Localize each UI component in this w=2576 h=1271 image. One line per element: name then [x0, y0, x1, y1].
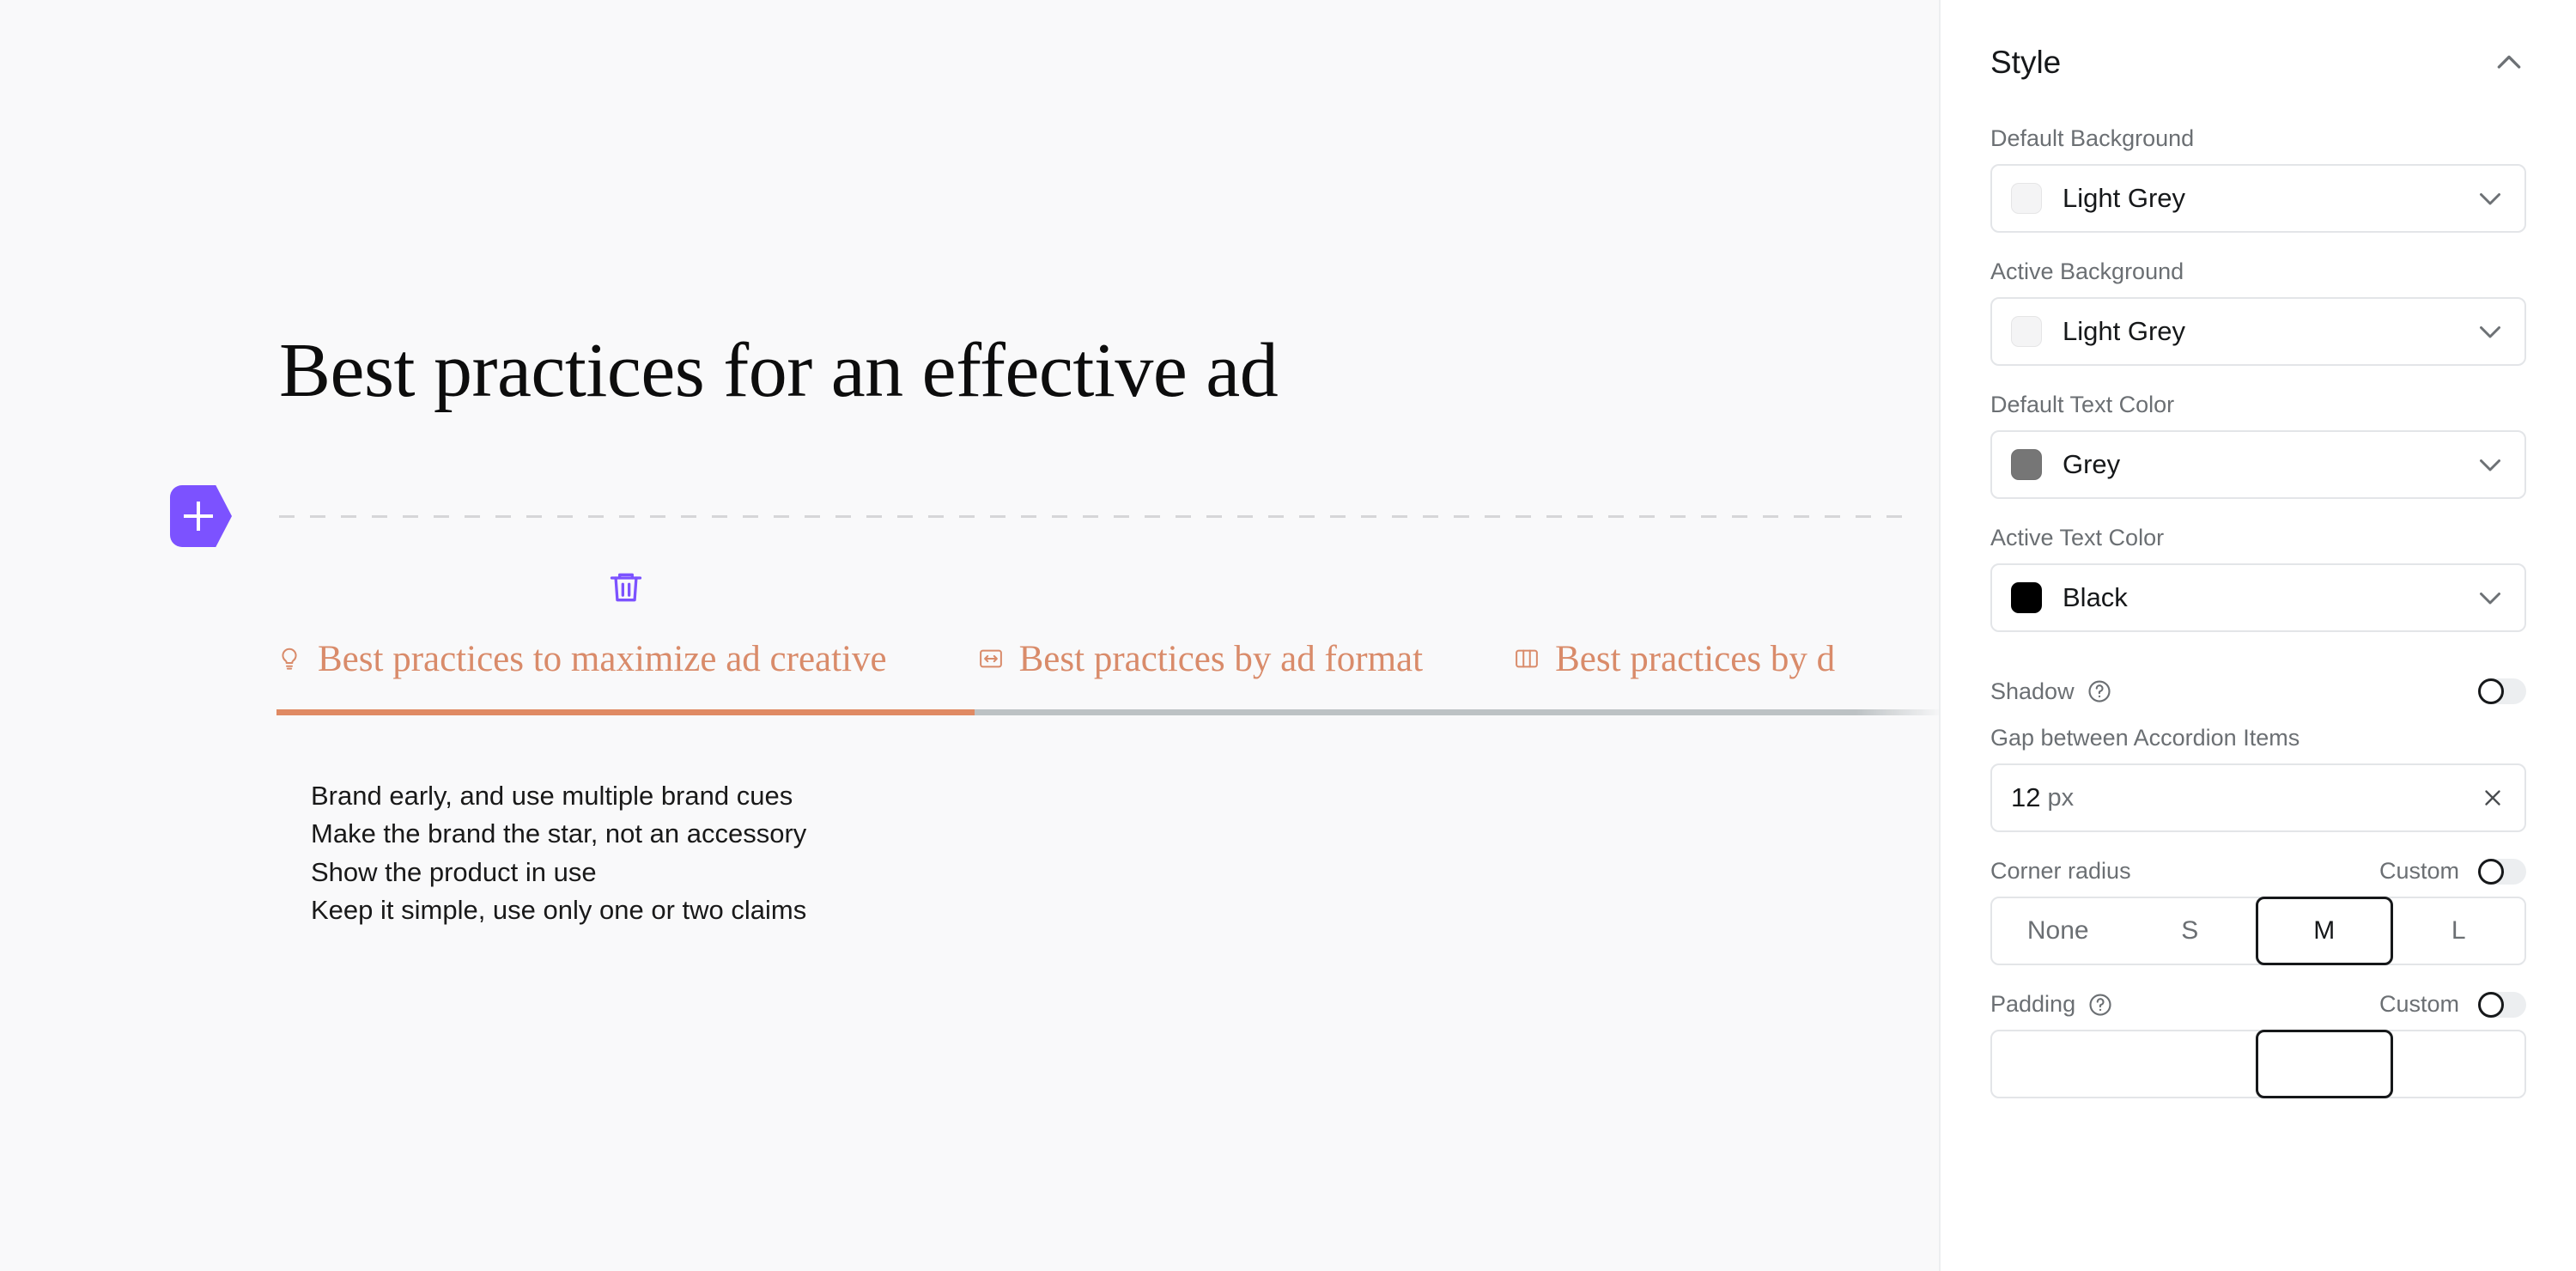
default-text-color-label: Default Text Color: [1990, 392, 2175, 417]
plus-icon: [184, 502, 213, 531]
active-background-select[interactable]: Light Grey: [1990, 297, 2526, 366]
accordion-panel-body: Brand early, and use multiple brand cues…: [311, 781, 807, 925]
padding-option-4[interactable]: [2393, 1031, 2525, 1097]
padding-option-3[interactable]: [2256, 1030, 2393, 1098]
default-text-color-value: Grey: [2063, 449, 2121, 479]
padding-option-1[interactable]: [1992, 1031, 2124, 1097]
insert-divider: [279, 515, 1917, 518]
shadow-label: Shadow: [1990, 678, 2075, 704]
gap-input-value: 12: [2011, 782, 2041, 812]
default-background-value: Light Grey: [2063, 183, 2186, 213]
accordion-tab-2-label: Best practices by ad format: [1018, 638, 1424, 679]
chevron-down-icon: [2475, 582, 2506, 613]
corner-radius-label: Corner radius: [1990, 858, 2131, 884]
default-text-color-swatch: [2011, 449, 2042, 480]
active-tab-indicator: [276, 709, 975, 715]
default-background-select[interactable]: Light Grey: [1990, 164, 2526, 233]
corner-radius-option-none[interactable]: None: [1992, 898, 2124, 964]
accordion-tab-1-label: Best practices to maximize ad creative: [318, 638, 887, 679]
add-block-button[interactable]: [170, 485, 232, 547]
horizontal-resize-icon: [978, 646, 1004, 672]
corner-radius-option-s[interactable]: S: [2124, 898, 2257, 964]
add-block-row: [0, 471, 1939, 563]
question-circle-icon[interactable]: [2087, 678, 2112, 704]
page-title: Best practices for an effective ad: [279, 328, 1279, 413]
chevron-up-icon[interactable]: [2492, 46, 2526, 80]
toggle-knob: [2478, 678, 2504, 704]
trash-icon[interactable]: [607, 569, 645, 606]
shadow-toggle[interactable]: [2478, 678, 2526, 704]
padding-segmented: [1990, 1030, 2526, 1098]
style-sidebar: Style Default Background Light Grey Acti…: [1939, 0, 2576, 1271]
accordion-tabstrip: Best practices to maximize ad creative B…: [276, 567, 1939, 739]
default-text-color-select[interactable]: Grey: [1990, 430, 2526, 499]
shadow-row: Shadow: [1990, 658, 2526, 725]
chevron-down-icon: [2475, 316, 2506, 347]
active-text-color-value: Black: [2063, 582, 2128, 612]
padding-custom-toggle[interactable]: [2478, 991, 2526, 1018]
editor-canvas: Best practices for an effective ad Best …: [0, 0, 1939, 1271]
active-background-label: Active Background: [1990, 258, 2184, 284]
active-text-color-swatch: [2011, 582, 2042, 613]
padding-option-2[interactable]: [2124, 1031, 2257, 1097]
style-section-title: Style: [1990, 45, 2062, 80]
corner-radius-option-l[interactable]: L: [2393, 898, 2525, 964]
accordion-tab-2[interactable]: Best practices by ad format: [978, 641, 1423, 678]
corner-radius-segmented: None S M L: [1990, 897, 2526, 965]
gap-input-unit: px: [2047, 783, 2075, 812]
active-background-swatch: [2011, 316, 2042, 347]
corner-radius-custom-label: Custom: [2379, 858, 2459, 884]
gap-input[interactable]: 12 px: [1990, 763, 2526, 832]
toggle-knob: [2478, 991, 2504, 1018]
padding-label: Padding: [1990, 991, 2076, 1017]
chevron-down-icon: [2475, 183, 2506, 214]
accordion-tabs: Best practices to maximize ad creative B…: [276, 625, 1939, 692]
corner-radius-custom-toggle[interactable]: [2478, 858, 2526, 885]
corner-radius-option-m[interactable]: M: [2256, 897, 2393, 965]
padding-row: Padding Custom: [1990, 991, 2526, 1018]
corner-radius-row: Corner radius Custom: [1990, 858, 2526, 885]
gap-between-accordion-items-label: Gap between Accordion Items: [1990, 725, 2300, 751]
active-text-color-select[interactable]: Black: [1990, 563, 2526, 632]
accordion-tab-3[interactable]: Best practices by d: [1514, 641, 1835, 678]
lightbulb-icon: [276, 646, 302, 672]
chevron-down-icon: [2475, 449, 2506, 480]
app-root: Best practices for an effective ad Best …: [0, 0, 2576, 1271]
default-background-label: Default Background: [1990, 125, 2195, 151]
toggle-knob: [2478, 858, 2504, 885]
close-icon[interactable]: [2480, 785, 2506, 811]
default-background-swatch: [2011, 183, 2042, 214]
style-section-header[interactable]: Style: [1990, 0, 2526, 125]
accordion-tab-1[interactable]: Best practices to maximize ad creative: [276, 641, 887, 678]
padding-custom-label: Custom: [2379, 991, 2459, 1017]
active-text-color-label: Active Text Color: [1990, 525, 2165, 550]
columns-icon: [1514, 646, 1540, 672]
accordion-tab-3-label: Best practices by d: [1555, 638, 1836, 679]
question-circle-icon[interactable]: [2087, 992, 2113, 1018]
active-background-value: Light Grey: [2063, 316, 2186, 346]
